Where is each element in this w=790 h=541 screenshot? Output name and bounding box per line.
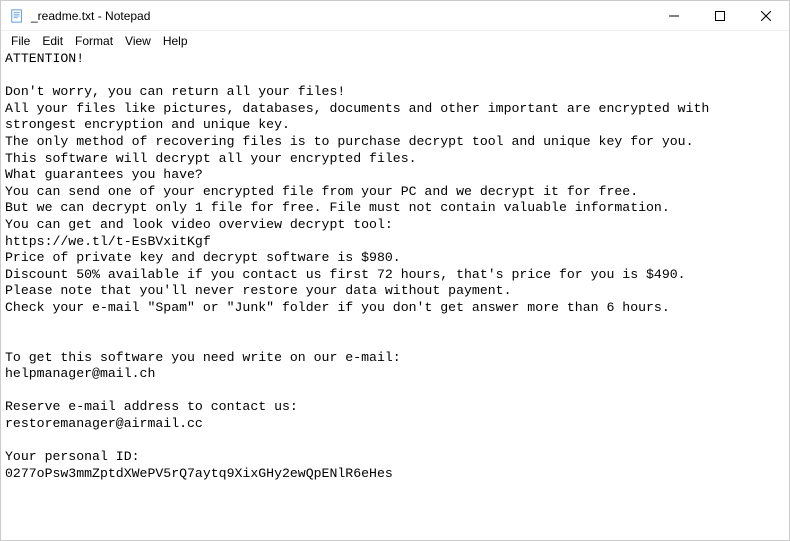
menu-file[interactable]: File [5, 33, 36, 49]
menu-edit[interactable]: Edit [36, 33, 69, 49]
menubar: File Edit Format View Help [1, 31, 789, 51]
menu-view[interactable]: View [119, 33, 157, 49]
menu-help[interactable]: Help [157, 33, 194, 49]
minimize-button[interactable] [651, 1, 697, 30]
text-editor-area[interactable]: ATTENTION! Don't worry, you can return a… [1, 51, 789, 540]
maximize-button[interactable] [697, 1, 743, 30]
window-controls [651, 1, 789, 30]
notepad-window: _readme.txt - Notepad File Edit Format V… [0, 0, 790, 541]
titlebar: _readme.txt - Notepad [1, 1, 789, 31]
close-button[interactable] [743, 1, 789, 30]
menu-format[interactable]: Format [69, 33, 119, 49]
window-title: _readme.txt - Notepad [31, 9, 651, 23]
notepad-icon [9, 8, 25, 24]
